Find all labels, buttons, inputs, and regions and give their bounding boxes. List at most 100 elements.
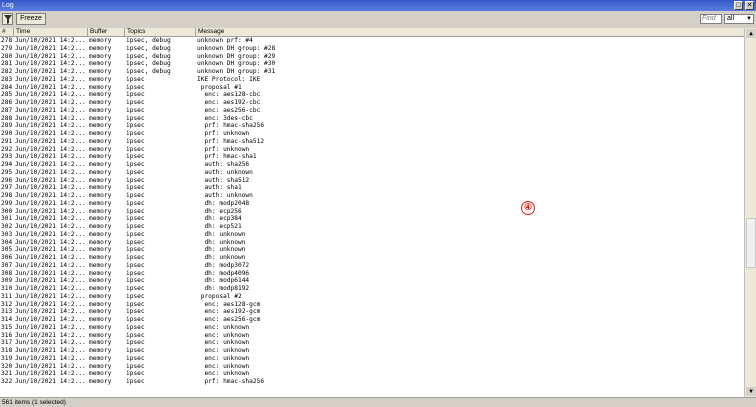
row-number: 313 — [1, 308, 13, 316]
scroll-thumb[interactable] — [746, 218, 756, 268]
row-time: Jun/10/2021 14:2... — [15, 60, 86, 68]
column-header-message[interactable]: Message — [196, 28, 744, 36]
table-row[interactable]: 320 Jun/10/2021 14:2... memory ipsec enc: u… — [0, 363, 744, 371]
row-time: Jun/10/2021 14:2... — [15, 370, 86, 378]
table-row[interactable]: 319 Jun/10/2021 14:2... memory ipsec enc: u… — [0, 355, 744, 363]
row-number: 282 — [1, 68, 13, 75]
table-row[interactable]: 306 Jun/10/2021 14:2... memory ipsec dh: un… — [0, 254, 744, 262]
row-buffer: memory — [89, 285, 112, 292]
row-topics: ipsec — [126, 114, 145, 122]
table-row[interactable]: 318 Jun/10/2021 14:2... memory ipsec enc: u… — [0, 347, 744, 355]
column-header-buffer[interactable]: Buffer — [88, 28, 125, 36]
column-header-time[interactable]: Time — [14, 28, 88, 36]
table-row[interactable]: 290 Jun/10/2021 14:2... memory ipsec prf: u… — [0, 130, 744, 138]
row-number: 298 — [1, 192, 13, 199]
table-row[interactable]: 280 Jun/10/2021 14:2... memory ipsec, debug… — [0, 53, 744, 61]
row-number: 284 — [1, 83, 13, 91]
table-row[interactable]: 287 Jun/10/2021 14:2... memory ipsec enc: a… — [0, 107, 744, 115]
row-buffer: memory — [89, 292, 112, 300]
row-buffer: memory — [89, 269, 112, 277]
table-row[interactable]: 308 Jun/10/2021 14:2... memory ipsec dh: mo… — [0, 270, 744, 278]
table-row[interactable]: 309 Jun/10/2021 14:2... memory ipsec dh: mo… — [0, 277, 744, 285]
table-row[interactable]: 311 Jun/10/2021 14:2... memory ipsec propos… — [0, 293, 744, 301]
row-topics: ipsec — [126, 91, 145, 99]
table-row[interactable]: 281 Jun/10/2021 14:2... memory ipsec, debug… — [0, 60, 744, 68]
close-button[interactable]: ✕ — [745, 1, 754, 10]
column-header-number[interactable]: # — [0, 28, 14, 36]
filter-button[interactable] — [2, 13, 13, 25]
scroll-up-icon[interactable]: ▲ — [746, 29, 756, 38]
table-row[interactable]: 284 Jun/10/2021 14:2... memory ipsec propos… — [0, 84, 744, 92]
table-row[interactable]: 317 Jun/10/2021 14:2... memory ipsec enc: u… — [0, 339, 744, 347]
row-time: Jun/10/2021 14:2... — [15, 378, 86, 385]
row-buffer: memory — [89, 122, 112, 130]
scope-select[interactable]: all ▼ — [724, 14, 754, 24]
row-time: Jun/10/2021 14:2... — [15, 323, 86, 331]
row-number: 302 — [1, 223, 13, 230]
row-message: prf: unknown — [197, 145, 250, 153]
table-row[interactable]: 300 Jun/10/2021 14:2... memory ipsec dh: ec… — [0, 208, 744, 216]
table-row[interactable]: 321 Jun/10/2021 14:2... memory ipsec enc: u… — [0, 370, 744, 378]
table-row[interactable]: 286 Jun/10/2021 14:2... memory ipsec enc: a… — [0, 99, 744, 107]
table-row[interactable]: 302 Jun/10/2021 14:2... memory ipsec dh: ec… — [0, 223, 744, 231]
table-row[interactable]: 315 Jun/10/2021 14:2... memory ipsec enc: u… — [0, 324, 744, 332]
table-row[interactable]: 279 Jun/10/2021 14:2... memory ipsec, debug… — [0, 45, 744, 53]
table-row[interactable]: 297 Jun/10/2021 14:2... memory ipsec auth: … — [0, 184, 744, 192]
row-message: prf: hmac-sha256 — [197, 122, 265, 130]
table-row[interactable]: 282 Jun/10/2021 14:2... memory ipsec, debug… — [0, 68, 744, 76]
funnel-icon — [4, 15, 12, 24]
table-row[interactable]: 292 Jun/10/2021 14:2... memory ipsec prf: u… — [0, 146, 744, 154]
table-row[interactable]: 313 Jun/10/2021 14:2... memory ipsec enc: a… — [0, 308, 744, 316]
row-message: enc: aes256-gcm — [197, 316, 261, 323]
row-message: auth: sha512 — [197, 176, 250, 184]
scroll-down-icon[interactable]: ▼ — [746, 387, 756, 396]
table-row[interactable]: 288 Jun/10/2021 14:2... memory ipsec enc: 3… — [0, 115, 744, 123]
row-number: 291 — [1, 137, 13, 145]
find-input[interactable]: Find — [700, 14, 722, 24]
row-message: dh: unknown — [197, 238, 246, 246]
row-time: Jun/10/2021 14:2... — [15, 168, 86, 176]
table-row[interactable]: 312 Jun/10/2021 14:2... memory ipsec enc: a… — [0, 301, 744, 309]
vertical-scrollbar[interactable]: ▲ ▼ — [744, 28, 756, 397]
table-row[interactable]: 301 Jun/10/2021 14:2... memory ipsec dh: ec… — [0, 215, 744, 223]
table-row[interactable]: 316 Jun/10/2021 14:2... memory ipsec enc: u… — [0, 332, 744, 340]
row-topics: ipsec — [126, 254, 145, 261]
table-row[interactable]: 283 Jun/10/2021 14:2... memory ipsec IKE Pro… — [0, 76, 744, 84]
row-time: Jun/10/2021 14:2... — [15, 161, 86, 168]
table-row[interactable]: 310 Jun/10/2021 14:2... memory ipsec dh: mo… — [0, 285, 744, 293]
log-table[interactable]: # Time Buffer Topics Message 278 Jun/10/2… — [0, 28, 744, 397]
row-topics: ipsec — [126, 106, 145, 114]
table-row[interactable]: 293 Jun/10/2021 14:2... memory ipsec prf: h… — [0, 153, 744, 161]
table-row[interactable]: 289 Jun/10/2021 14:2... memory ipsec prf: h… — [0, 122, 744, 130]
row-number: 303 — [1, 230, 13, 238]
table-row[interactable]: 294 Jun/10/2021 14:2... memory ipsec auth: … — [0, 161, 744, 169]
row-topics: ipsec — [126, 184, 145, 192]
freeze-button[interactable]: Freeze — [16, 13, 46, 25]
row-buffer: memory — [89, 60, 112, 68]
table-row[interactable]: 285 Jun/10/2021 14:2... memory ipsec enc: a… — [0, 91, 744, 99]
window-title-bar: Log □ ✕ — [0, 0, 756, 11]
table-row[interactable]: 291 Jun/10/2021 14:2... memory ipsec prf: h… — [0, 138, 744, 146]
row-time: Jun/10/2021 14:2... — [15, 37, 86, 44]
row-topics: ipsec — [126, 161, 145, 168]
table-row[interactable]: 295 Jun/10/2021 14:2... memory ipsec auth: … — [0, 169, 744, 177]
row-topics: ipsec — [126, 168, 145, 176]
row-number: 279 — [1, 44, 13, 52]
table-row[interactable]: 322 Jun/10/2021 14:2... memory ipsec prf: h… — [0, 378, 744, 386]
table-row[interactable]: 298 Jun/10/2021 14:2... memory ipsec auth: … — [0, 192, 744, 200]
table-row[interactable]: 278 Jun/10/2021 14:2... memory ipsec, debug… — [0, 37, 744, 45]
column-header-topics[interactable]: Topics — [125, 28, 196, 36]
table-row[interactable]: 307 Jun/10/2021 14:2... memory ipsec dh: mo… — [0, 262, 744, 270]
row-buffer: memory — [89, 316, 112, 323]
row-buffer: memory — [89, 37, 112, 44]
table-row[interactable]: 304 Jun/10/2021 14:2... memory ipsec dh: un… — [0, 239, 744, 247]
table-row[interactable]: 314 Jun/10/2021 14:2... memory ipsec enc: a… — [0, 316, 744, 324]
row-number: 283 — [1, 75, 13, 83]
table-row[interactable]: 296 Jun/10/2021 14:2... memory ipsec auth: … — [0, 177, 744, 185]
table-row[interactable]: 305 Jun/10/2021 14:2... memory ipsec dh: un… — [0, 246, 744, 254]
row-number: 307 — [1, 261, 13, 269]
row-topics: ipsec — [126, 362, 145, 370]
table-row[interactable]: 303 Jun/10/2021 14:2... memory ipsec dh: un… — [0, 231, 744, 239]
table-row[interactable]: 299 Jun/10/2021 14:2... memory ipsec dh: mo… — [0, 200, 744, 208]
maximize-button[interactable]: □ — [734, 1, 743, 10]
